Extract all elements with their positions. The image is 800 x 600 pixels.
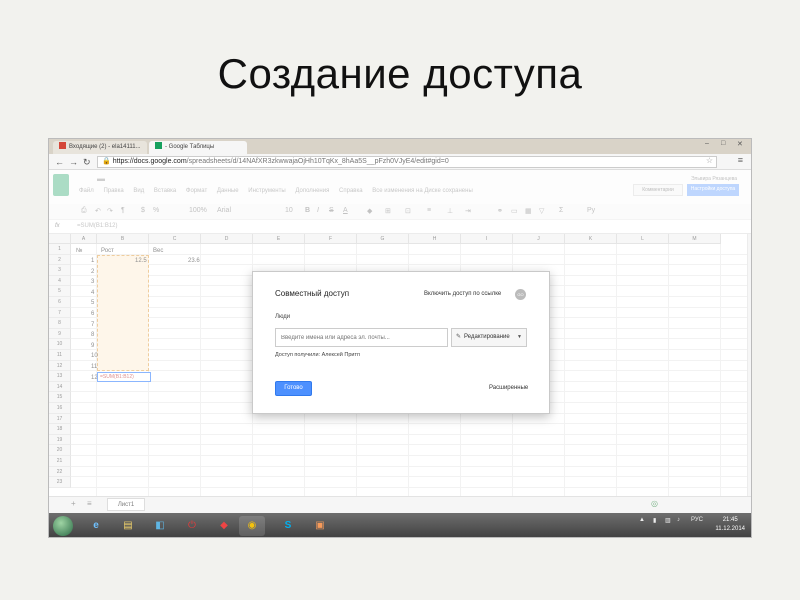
windows-taskbar: e ▤ ◧ ⏻ ◆ ◉ S ▣ ▲ ▮ ▥ ♪ РУС 21:45 11.12.… (49, 513, 751, 537)
dialog-title: Совместный доступ (275, 289, 350, 298)
ie-icon[interactable]: e (83, 516, 109, 536)
power-icon[interactable]: ⏻ (179, 516, 205, 536)
tray-arrow-icon[interactable]: ▲ (639, 517, 645, 523)
back-icon[interactable]: ← (55, 156, 64, 168)
skype-icon[interactable]: S (275, 516, 301, 536)
language-indicator[interactable]: РУС (691, 517, 703, 523)
tab-gmail[interactable]: Входящие (2) - ela14111... (53, 141, 147, 154)
reload-icon[interactable]: ↻ (83, 156, 91, 168)
permission-select[interactable]: ✎ Редактирование ▼ (451, 328, 527, 347)
menu-icon[interactable]: ≡ (738, 155, 743, 165)
close-icon[interactable]: ✕ (737, 140, 743, 148)
app-icon[interactable]: ◧ (147, 516, 173, 536)
chrome-icon[interactable]: ◉ (239, 516, 265, 536)
network-icon[interactable]: ▥ (665, 517, 671, 524)
share-dialog: Совместный доступ Включить доступ по ссы… (252, 271, 550, 414)
advanced-link[interactable]: Расширенные (489, 385, 528, 391)
screenshot: Входящие (2) - ela14111... - Google Табл… (48, 138, 752, 538)
powerpoint-icon[interactable]: ▣ (307, 516, 333, 536)
yandex-icon[interactable]: ◆ (211, 516, 237, 536)
forward-icon[interactable]: → (69, 156, 78, 168)
star-icon[interactable]: ☆ (706, 156, 713, 165)
browser-tabbar: Входящие (2) - ela14111... - Google Табл… (49, 139, 751, 154)
start-button[interactable] (53, 516, 73, 536)
gmail-icon (59, 142, 66, 149)
link-icon[interactable]: GO (515, 289, 526, 300)
people-input[interactable] (275, 328, 448, 347)
minimize-icon[interactable]: – (705, 140, 709, 147)
sheets-icon (155, 142, 162, 149)
link-sharing-toggle[interactable]: Включить доступ по ссылке (424, 291, 501, 297)
address-bar: ← → ↻ 🔒 https://docs.google.com/spreadshe… (49, 154, 751, 170)
tab-sheets[interactable]: - Google Таблицы (149, 141, 247, 154)
maximize-icon[interactable]: □ (721, 140, 725, 147)
lock-icon: 🔒 (102, 158, 111, 165)
access-info: Доступ получили: Алексей Притп (275, 352, 360, 358)
battery-icon[interactable]: ▮ (653, 517, 656, 524)
done-button[interactable]: Готово (275, 381, 312, 396)
chevron-down-icon: ▼ (517, 334, 522, 340)
slide-title: Создание доступа (217, 50, 583, 97)
clock[interactable]: 21:45 11.12.2014 (715, 516, 745, 534)
volume-icon[interactable]: ♪ (677, 517, 680, 523)
pencil-icon: ✎ (456, 334, 462, 340)
people-label: Люди (275, 314, 291, 320)
explorer-icon[interactable]: ▤ (115, 516, 141, 536)
url-input[interactable]: 🔒 https://docs.google.com/spreadsheets/d/… (97, 156, 717, 168)
